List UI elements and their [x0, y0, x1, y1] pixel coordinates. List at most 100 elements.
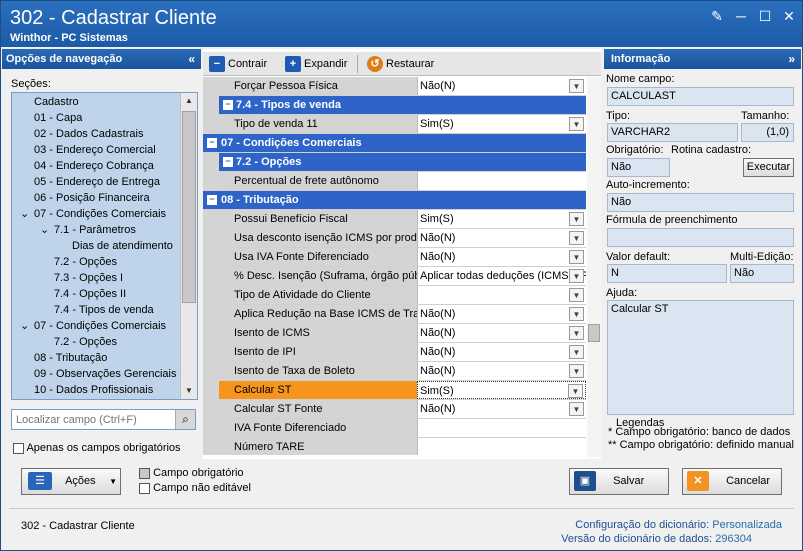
dropdown-arrow-icon[interactable]: ▼	[569, 326, 584, 340]
grid-row-value[interactable]: Sim(S) ▼	[417, 115, 586, 133]
dropdown-arrow-icon[interactable]: ▼	[569, 231, 584, 245]
search-icon[interactable]: ⌕	[175, 410, 195, 429]
tree-item[interactable]: 7.3 - Opções I	[54, 270, 123, 286]
grid-subcategory[interactable]: − 7.4 - Tipos de venda	[203, 96, 586, 115]
collapse-button[interactable]: − Contrair	[209, 55, 267, 73]
tree-item[interactable]: 09 - Observações Gerenciais	[34, 366, 176, 382]
tree-item[interactable]: 07 - Condições Comerciais	[34, 206, 166, 222]
dropdown-arrow-icon[interactable]: ▼	[569, 364, 584, 378]
collapse-group-icon[interactable]: −	[223, 157, 233, 167]
grid-row[interactable]: IVA Fonte Diferenciado	[203, 419, 586, 438]
grid-row-value[interactable]	[417, 172, 586, 190]
grid-row-value[interactable]: Sim(S) ▼	[417, 381, 586, 399]
save-button[interactable]: ▣ Salvar	[569, 468, 669, 495]
minimize-icon[interactable]: ─	[732, 8, 750, 24]
grid-row[interactable]: Tipo de Atividade do Cliente ▼	[203, 286, 586, 305]
tree-item[interactable]: 04 - Endereço Cobrança	[34, 158, 154, 174]
grid-row[interactable]: Isento de ICMS Não(N) ▼	[203, 324, 586, 343]
nav-collapse-icon[interactable]: «	[188, 49, 195, 69]
grid-row-value[interactable]	[417, 419, 586, 437]
grid-row[interactable]: Isento de IPI Não(N) ▼	[203, 343, 586, 362]
tree-expander-icon[interactable]: ⌄	[40, 222, 49, 238]
dropdown-arrow-icon[interactable]: ▼	[569, 250, 584, 264]
maximize-icon[interactable]: ☐	[756, 8, 774, 24]
grid-row[interactable]: Possui Benefício Fiscal Sim(S) ▼	[203, 210, 586, 229]
grid-row-value[interactable]: ▼	[417, 286, 586, 304]
tree-item[interactable]: 05 - Endereço de Entrega	[34, 174, 160, 190]
tree-item[interactable]: 03 - Endereço Comercial	[34, 142, 156, 158]
dropdown-arrow-icon[interactable]: ▼	[569, 117, 584, 131]
restore-button[interactable]: ↺ Restaurar	[367, 55, 434, 73]
close-icon[interactable]: ✕	[780, 8, 798, 24]
scroll-down-icon[interactable]: ▼	[181, 383, 197, 399]
dropdown-arrow-icon[interactable]: ▼	[569, 212, 584, 226]
grid-row[interactable]: Forçar Pessoa Física Não(N) ▼	[203, 77, 586, 96]
grid-row[interactable]: Percentual de frete autônomo	[203, 172, 586, 191]
grid-row-value[interactable]: Não(N) ▼	[417, 362, 586, 380]
grid-row-value[interactable]: Não(N) ▼	[417, 305, 586, 323]
dropdown-arrow-icon[interactable]: ▼	[569, 288, 584, 302]
dropdown-arrow-icon[interactable]: ▼	[569, 402, 584, 416]
tree-item[interactable]: 7.4 - Opções II	[54, 286, 126, 302]
info-collapse-icon[interactable]: »	[788, 49, 795, 69]
dropdown-arrow-icon[interactable]: ▼	[569, 269, 584, 283]
tree-item[interactable]: 06 - Posição Financeira	[34, 190, 150, 206]
grid-row[interactable]: Calcular ST Fonte Não(N) ▼	[203, 400, 586, 419]
grid-row-value[interactable]: Não(N) ▼	[417, 77, 586, 95]
sections-tree[interactable]: Cadastro 01 - Capa 02 - Dados Cadastrais…	[11, 92, 198, 400]
grid-subcategory[interactable]: − 7.2 - Opções	[203, 153, 586, 172]
tree-item[interactable]: Dias de atendimento	[72, 238, 173, 254]
expand-button[interactable]: + Expandir	[285, 55, 347, 73]
dropdown-arrow-icon[interactable]: ▼	[569, 345, 584, 359]
tree-expander-icon[interactable]: ⌄	[20, 318, 29, 334]
execute-button[interactable]: Executar	[743, 158, 794, 177]
grid-row-value[interactable]	[417, 438, 586, 455]
grid-scroll-thumb[interactable]	[588, 324, 600, 342]
search-input[interactable]	[12, 410, 172, 429]
grid-row-selected[interactable]: Calcular ST Sim(S) ▼	[203, 381, 586, 400]
collapse-group-icon[interactable]: −	[223, 100, 233, 110]
collapse-group-icon[interactable]: −	[207, 195, 217, 205]
grid-scrollbar[interactable]	[587, 77, 601, 457]
tree-item[interactable]: 7.2 - Opções	[54, 254, 117, 270]
grid-row[interactable]: Usa desconto isenção ICMS por produto Nã…	[203, 229, 586, 248]
actions-button[interactable]: ☰ Ações ▼	[21, 468, 121, 495]
search-field[interactable]: ⌕	[11, 409, 196, 430]
grid-row[interactable]: Usa IVA Fonte Diferenciado Não(N) ▼	[203, 248, 586, 267]
grid-row[interactable]: Isento de Taxa de Boleto Não(N) ▼	[203, 362, 586, 381]
grid-row[interactable]: % Desc. Isenção (Suframa, órgão público)…	[203, 267, 586, 286]
required-only-checkbox[interactable]	[13, 442, 24, 454]
tree-item-cadastro[interactable]: Cadastro	[34, 94, 79, 110]
tree-item[interactable]: 7.1 - Parâmetros	[54, 222, 136, 238]
grid-row[interactable]: Tipo de venda 11 Sim(S) ▼	[203, 115, 586, 134]
grid-row-value[interactable]: Aplicar todas deduções (ICMS e PIS/COFIN…	[417, 267, 586, 285]
tree-item[interactable]: 7.4 - Tipos de venda	[54, 302, 154, 318]
tree-expander-icon[interactable]: ⌄	[20, 206, 29, 222]
dropdown-arrow-icon[interactable]: ▼	[569, 79, 584, 93]
scroll-thumb[interactable]	[182, 111, 196, 303]
grid-row-value[interactable]: Não(N) ▼	[417, 400, 586, 418]
grid-category[interactable]: − 07 - Condições Comerciais	[203, 134, 586, 153]
tree-item[interactable]: 10 - Dados Profissionais	[34, 382, 153, 398]
tree-item[interactable]: 7.2 - Opções	[54, 334, 117, 350]
tree-item[interactable]: 01 - Capa	[34, 110, 82, 126]
tree-scrollbar[interactable]: ▲ ▼	[180, 93, 197, 399]
tree-item[interactable]: 07 - Condições Comerciais	[34, 318, 166, 334]
grid-row-value[interactable]: Não(N) ▼	[417, 324, 586, 342]
cancel-button[interactable]: ✕ Cancelar	[682, 468, 782, 495]
grid-row-value[interactable]: Não(N) ▼	[417, 248, 586, 266]
tree-item[interactable]: 02 - Dados Cadastrais	[34, 126, 143, 142]
grid-row-value[interactable]: Não(N) ▼	[417, 229, 586, 247]
grid-category[interactable]: − 08 - Tributação	[203, 191, 586, 210]
grid-row[interactable]: Número TARE	[203, 438, 586, 455]
grid-row-value[interactable]: Não(N) ▼	[417, 343, 586, 361]
required-only-filter[interactable]: Apenas os campos obrigatórios	[13, 442, 181, 454]
edit-window-icon[interactable]: ✎	[708, 8, 726, 24]
dropdown-arrow-icon[interactable]: ▼	[569, 307, 584, 321]
scroll-up-icon[interactable]: ▲	[181, 93, 197, 109]
tree-item[interactable]: 08 - Tributação	[34, 350, 107, 366]
grid-row[interactable]: Aplica Redução na Base ICMS de Transferê…	[203, 305, 586, 324]
dropdown-arrow-icon[interactable]: ▼	[568, 384, 583, 398]
collapse-group-icon[interactable]: −	[207, 138, 217, 148]
actions-dropdown-icon[interactable]: ▼	[109, 469, 117, 494]
